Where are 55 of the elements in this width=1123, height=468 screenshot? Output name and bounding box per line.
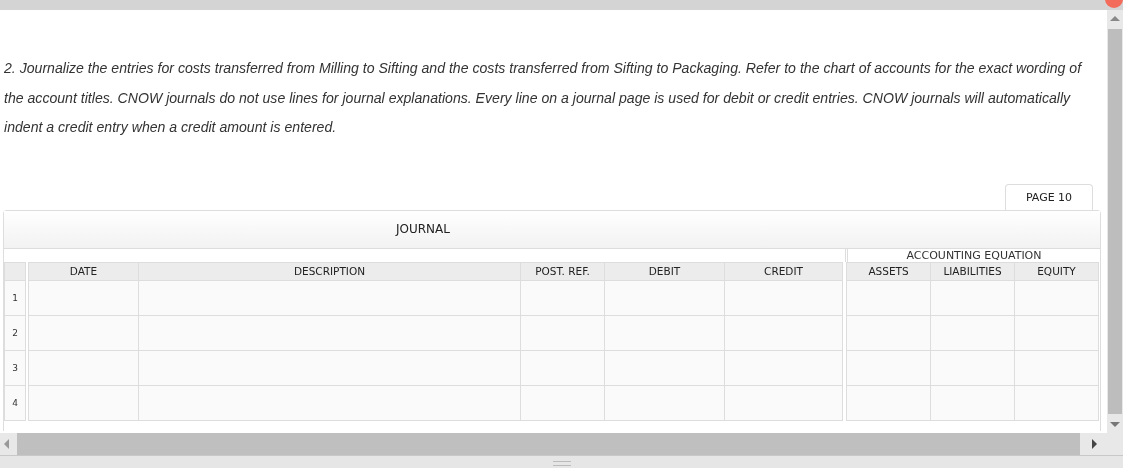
column-header: CREDIT (724, 261, 842, 281)
table-cell[interactable] (28, 315, 138, 351)
table-cell[interactable] (846, 350, 930, 386)
journal-title: JOURNAL (396, 222, 450, 236)
column-header: DEBIT (604, 261, 724, 281)
scroll-down-icon[interactable] (1110, 422, 1120, 427)
table-cell[interactable] (724, 315, 842, 351)
table-cell[interactable] (520, 280, 604, 316)
column-header: ASSETS (846, 261, 930, 281)
scroll-up-icon[interactable] (1110, 16, 1120, 21)
row-number: 4 (4, 385, 26, 421)
table-cell[interactable] (930, 280, 1014, 316)
table-cell[interactable] (604, 350, 724, 386)
scroll-right-icon[interactable] (1092, 439, 1097, 449)
row-number: 3 (4, 350, 26, 386)
table-cell[interactable] (28, 350, 138, 386)
table-cell[interactable] (724, 385, 842, 421)
row-number: 2 (4, 315, 26, 351)
vertical-scrollbar[interactable] (1107, 10, 1123, 433)
column-header: DESCRIPTION (138, 261, 520, 281)
table-cell[interactable] (520, 315, 604, 351)
table-cell[interactable] (1014, 350, 1098, 386)
table-cell[interactable] (1014, 385, 1098, 421)
horizontal-scrollbar[interactable] (0, 433, 1123, 456)
table-cell[interactable] (930, 385, 1014, 421)
table-cell[interactable] (520, 350, 604, 386)
table-cell[interactable] (604, 280, 724, 316)
row-number: 1 (4, 280, 26, 316)
column-header: LIABILITIES (930, 261, 1014, 281)
column-header: POST. REF. (520, 261, 604, 281)
table-cell[interactable] (1014, 315, 1098, 351)
scroll-left-icon[interactable] (4, 439, 9, 449)
table-cell[interactable] (520, 385, 604, 421)
table-cell[interactable] (1014, 280, 1098, 316)
column-header: DATE (28, 261, 138, 281)
table-cell[interactable] (138, 315, 520, 351)
table-cell[interactable] (846, 280, 930, 316)
group-label: ACCOUNTING EQUATION (905, 248, 1043, 262)
table-cell[interactable] (604, 315, 724, 351)
table-cell[interactable] (930, 350, 1014, 386)
table-cell[interactable] (138, 385, 520, 421)
resize-grip-icon[interactable] (552, 461, 571, 466)
table-cell[interactable] (138, 350, 520, 386)
column-header: EQUITY (1014, 261, 1098, 281)
table-cell[interactable] (724, 280, 842, 316)
instructions-text: 2. Journalize the entries for costs transferred from Milling to Sifting and the costs transferred from Sifting to Packaging. Refer to the chart of accounts for the exact wording of the account titles. CNOW journals do not use lines for journal explanations. Every line on a journal page is used for debit or credit entries. CNOW journals will automatically indent a credit entry when a credit amount is entered. (4, 59, 1084, 137)
page-tab[interactable]: PAGE 10 (1005, 183, 1093, 210)
table-cell[interactable] (28, 280, 138, 316)
table-cell[interactable] (930, 315, 1014, 351)
table-cell[interactable] (846, 385, 930, 421)
table-cell[interactable] (138, 280, 520, 316)
table-cell[interactable] (846, 315, 930, 351)
table-cell[interactable] (604, 385, 724, 421)
table-cell[interactable] (28, 385, 138, 421)
table-cell[interactable] (724, 350, 842, 386)
